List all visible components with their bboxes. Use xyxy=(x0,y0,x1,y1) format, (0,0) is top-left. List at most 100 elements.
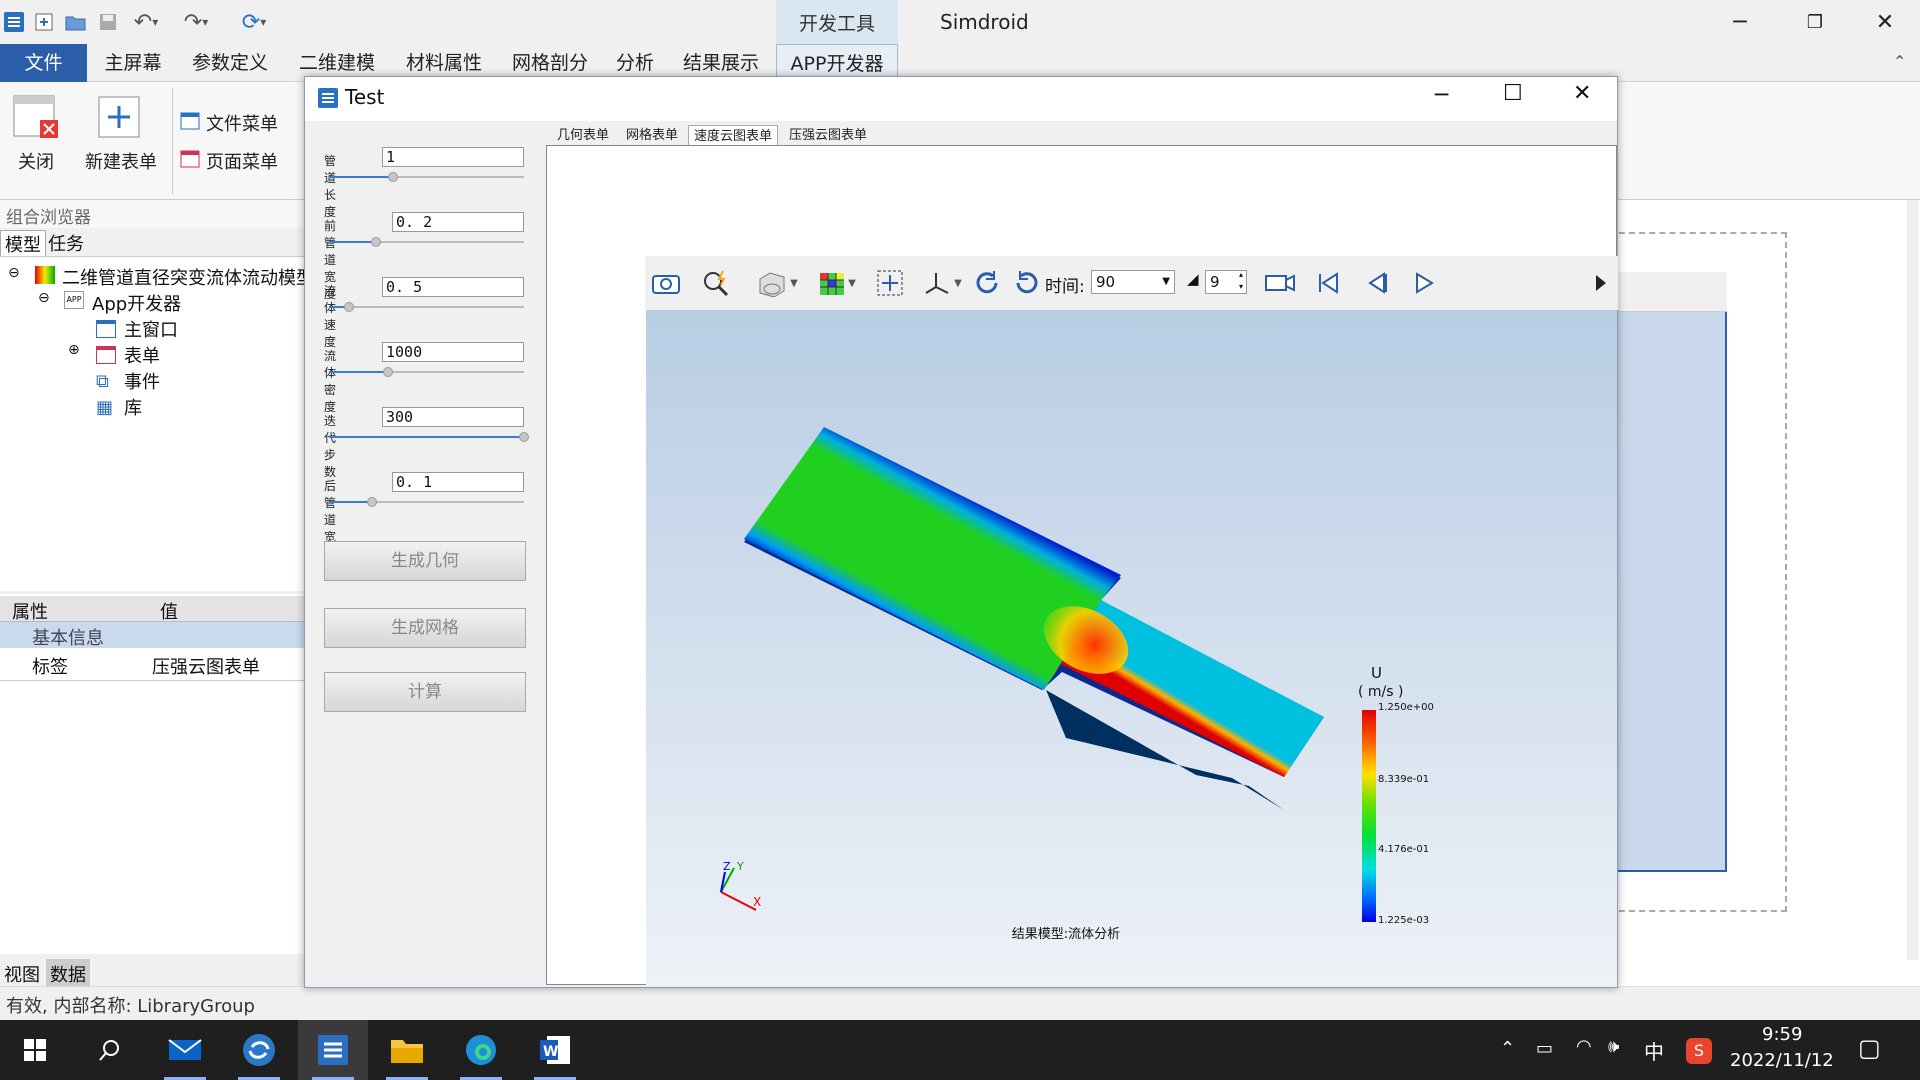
tab-velocity-form[interactable]: 速度云图表单 xyxy=(688,125,778,147)
ime-indicator[interactable]: 中 xyxy=(1644,1036,1664,1065)
tab-data[interactable]: 数据 xyxy=(46,959,90,989)
dev-tools-context-tab[interactable]: 开发工具 xyxy=(776,0,898,44)
mail-icon[interactable] xyxy=(150,1020,220,1080)
pipe-length-input[interactable]: 1 xyxy=(382,147,524,167)
tree-app-developer[interactable]: App开发器 xyxy=(92,290,181,316)
time-select[interactable]: 90 ▼ xyxy=(1091,270,1175,294)
slider-thumb[interactable] xyxy=(366,497,377,507)
step-spinbox[interactable]: 9 ▴ ▾ xyxy=(1205,270,1247,294)
velocity-slider[interactable] xyxy=(329,302,524,312)
collapse-ribbon-icon[interactable]: ⌃ xyxy=(1893,52,1906,71)
page-menu-icon[interactable] xyxy=(180,150,200,173)
tree-forms[interactable]: 表单 xyxy=(124,342,160,368)
rear-width-input[interactable]: 0. 1 xyxy=(392,472,524,492)
colormap-icon[interactable]: ▼ xyxy=(809,268,865,298)
tab-geometry-form[interactable]: 几何表单 xyxy=(550,125,616,147)
pipe-length-slider[interactable] xyxy=(329,172,524,182)
notifications-icon[interactable]: ▢ xyxy=(1858,1034,1881,1062)
file-menu-icon[interactable] xyxy=(180,112,200,135)
rotate-ccw-icon[interactable] xyxy=(1009,268,1043,298)
front-width-input[interactable]: 0. 2 xyxy=(392,212,524,232)
sogou-ime-icon[interactable]: S xyxy=(1686,1038,1712,1064)
front-width-slider[interactable] xyxy=(329,237,524,247)
menu-file[interactable]: 文件 xyxy=(0,44,87,82)
velocity-contour-canvas[interactable]: X Y Z U ( m/s ) 1.250e+00 8.339e-01 4.17… xyxy=(646,310,1617,986)
tab-tasks[interactable]: 任务 xyxy=(48,230,84,256)
clock-date[interactable]: 2022/11/12 xyxy=(1730,1050,1834,1071)
edge-browser-icon[interactable] xyxy=(446,1020,516,1080)
zoom-icon[interactable] xyxy=(699,268,733,298)
file-explorer-icon[interactable] xyxy=(372,1020,442,1080)
file-menu-button[interactable]: 文件菜单 xyxy=(206,110,278,136)
axis-view-icon[interactable]: ▼ xyxy=(917,268,969,298)
fit-view-icon[interactable] xyxy=(873,268,907,298)
tab-model[interactable]: 模型 xyxy=(0,230,46,258)
slider-thumb[interactable] xyxy=(370,237,381,247)
save-icon[interactable] xyxy=(94,6,122,38)
tab-mesh-form[interactable]: 网格表单 xyxy=(619,125,685,147)
display-mode-icon[interactable]: ▼ xyxy=(749,268,805,298)
redo-icon[interactable]: ↷ ▾ xyxy=(176,6,216,38)
page-menu-button[interactable]: 页面菜单 xyxy=(206,148,278,174)
battery-icon[interactable]: ▭ xyxy=(1536,1038,1553,1059)
tab-pressure-form[interactable]: 压强云图表单 xyxy=(783,125,873,147)
tab-view[interactable]: 视图 xyxy=(4,961,40,987)
video-record-icon[interactable] xyxy=(1263,268,1297,298)
wifi-icon[interactable]: ◠ xyxy=(1576,1036,1592,1057)
prop-label-key: 标签 xyxy=(32,657,68,678)
close-button[interactable]: 关闭 xyxy=(6,148,66,174)
more-tools-icon[interactable] xyxy=(1590,268,1614,298)
slider-thumb[interactable] xyxy=(519,432,529,442)
previous-frame-icon[interactable] xyxy=(1359,268,1393,298)
close-window-button[interactable]: ✕ xyxy=(1855,0,1915,44)
slider-thumb[interactable] xyxy=(388,172,399,182)
clock-time[interactable]: 9:59 xyxy=(1762,1024,1802,1045)
screenshot-icon[interactable] xyxy=(649,268,683,298)
app-spiral-icon[interactable] xyxy=(224,1020,294,1080)
prop-label-value[interactable]: 压强云图表单 xyxy=(152,653,260,679)
generate-geometry-button[interactable]: 生成几何 xyxy=(324,541,526,581)
spin-arrows-icon[interactable]: ▴ ▾ xyxy=(1239,269,1243,293)
tree-events[interactable]: 事件 xyxy=(124,368,160,394)
open-folder-icon[interactable] xyxy=(62,6,90,38)
restore-button[interactable]: ❐ xyxy=(1785,0,1845,44)
density-input[interactable]: 1000 xyxy=(382,342,524,362)
undo-icon[interactable]: ↶ ▾ xyxy=(126,6,166,38)
menu-home[interactable]: 主屏幕 xyxy=(98,44,168,82)
expand-icon[interactable]: ⊕ xyxy=(68,342,80,358)
show-hidden-icons-icon[interactable]: ⌃ xyxy=(1500,1038,1515,1059)
tree-main-window[interactable]: 主窗口 xyxy=(124,316,178,342)
play-icon[interactable] xyxy=(1407,268,1441,298)
dialog-maximize-button[interactable]: ☐ xyxy=(1503,81,1523,106)
menu-parameters[interactable]: 参数定义 xyxy=(185,44,275,82)
new-form-button[interactable]: 新建表单 xyxy=(78,148,164,174)
density-slider[interactable] xyxy=(329,367,524,377)
minimize-button[interactable]: ─ xyxy=(1710,0,1770,44)
simdroid-taskbar-icon[interactable] xyxy=(298,1020,368,1080)
iterations-slider[interactable] xyxy=(329,432,529,442)
chevron-down-icon: ▼ xyxy=(1162,276,1170,287)
first-frame-icon[interactable] xyxy=(1311,268,1345,298)
refresh-icon[interactable]: ⟳ ▾ xyxy=(234,6,274,38)
slider-thumb[interactable] xyxy=(343,302,354,312)
iterations-input[interactable]: 300 xyxy=(382,407,524,427)
slider-thumb[interactable] xyxy=(382,367,393,377)
rear-width-slider[interactable] xyxy=(329,497,524,507)
compute-button[interactable]: 计算 xyxy=(324,672,526,712)
dialog-close-button[interactable]: ✕ xyxy=(1573,81,1591,106)
vertical-scrollbar[interactable] xyxy=(1907,200,1919,960)
volume-icon[interactable]: 🕪 xyxy=(1608,1036,1619,1057)
start-button[interactable] xyxy=(0,1020,70,1080)
collapse-icon[interactable]: ⊖ xyxy=(8,265,20,281)
new-form-icon[interactable] xyxy=(96,94,146,144)
dialog-minimize-button[interactable]: ─ xyxy=(1435,83,1448,108)
collapse-icon[interactable]: ⊖ xyxy=(38,290,50,306)
new-file-icon[interactable] xyxy=(30,6,58,38)
tree-root-model[interactable]: 二维管道直径突变流体流动模型 xyxy=(62,264,314,290)
tree-library[interactable]: 库 xyxy=(124,394,142,420)
rotate-cw-icon[interactable] xyxy=(971,268,1005,298)
generate-mesh-button[interactable]: 生成网格 xyxy=(324,608,526,648)
word-icon[interactable]: W xyxy=(520,1020,590,1080)
velocity-input[interactable]: 0. 5 xyxy=(382,277,524,297)
search-icon[interactable] xyxy=(74,1020,144,1080)
